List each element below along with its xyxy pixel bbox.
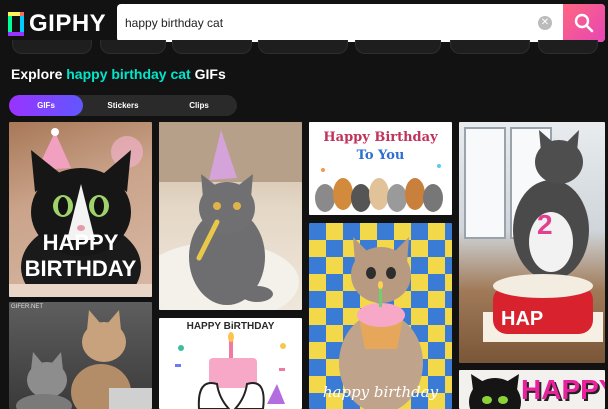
tab-stickers[interactable]: Stickers (85, 95, 161, 116)
gif-happy-birthday-to-you-cats[interactable]: Happy Birthday To You (309, 122, 452, 215)
gif-caption: HAPPY (521, 374, 605, 405)
title-query: happy birthday cat (66, 66, 191, 82)
suggestion-chip[interactable] (538, 40, 598, 54)
tab-gifs[interactable]: GIFs (9, 95, 83, 116)
tab-clips[interactable]: Clips (161, 95, 237, 116)
search-icon (574, 13, 594, 33)
gif-caption: HAPPY BIRTHDAY (24, 230, 137, 281)
gif-caption: HAPPY BiRTHDAY (186, 321, 275, 332)
gif-caption-line1: Happy Birthday (323, 130, 438, 145)
suggestion-chips-row (0, 40, 608, 54)
suggestion-chip[interactable] (172, 40, 252, 54)
svg-text:2: 2 (537, 209, 553, 240)
gif-grey-cat-party-hat[interactable] (159, 122, 302, 310)
giphy-logo[interactable]: GIPHY (8, 10, 106, 38)
content-type-tabs: GIFs Stickers Clips (9, 95, 237, 116)
search-bar: ✕ (117, 4, 605, 42)
logo-text: GIPHY (29, 10, 107, 37)
page-title: Explore happy birthday cat GIFs (11, 66, 226, 82)
search-button[interactable] (563, 4, 605, 42)
watermark-text: GIFER.NET (11, 304, 44, 310)
grey-cat-illustration (159, 122, 302, 310)
giphy-logo-icon (8, 12, 24, 36)
search-input[interactable] (117, 4, 562, 42)
gif-caption: happy birthday (322, 383, 439, 401)
gif-caption-line2: To You (356, 148, 405, 163)
cats-laptop-illustration (16, 310, 152, 409)
gif-happy-birthday-illustration[interactable]: HAPPY BiRTHDAY (159, 318, 302, 409)
clear-search-icon[interactable]: ✕ (538, 16, 552, 30)
gif-tuxedo-cat-happy-birthday[interactable]: HAPPY BIRTHDAY (9, 122, 152, 297)
suggestion-chip[interactable] (258, 40, 348, 54)
cat-cupcake-illustration (339, 237, 423, 409)
title-prefix: Explore (11, 66, 67, 82)
suggestion-chip[interactable] (450, 40, 530, 54)
title-suffix: GIFs (190, 66, 226, 82)
suggestion-chip[interactable] (355, 40, 441, 54)
suggestion-chip[interactable] (12, 40, 92, 54)
gif-cats-at-laptop[interactable]: GIFER.NET (9, 302, 152, 409)
gif-cat-with-cupcake[interactable]: happy birthday (309, 223, 452, 409)
gif-caption: HAP (501, 308, 544, 330)
gif-cat-with-cake[interactable]: 2 HAP (459, 122, 605, 363)
suggestion-chip[interactable] (100, 40, 166, 54)
gif-black-cat-happy[interactable]: HAPPY (459, 370, 605, 409)
